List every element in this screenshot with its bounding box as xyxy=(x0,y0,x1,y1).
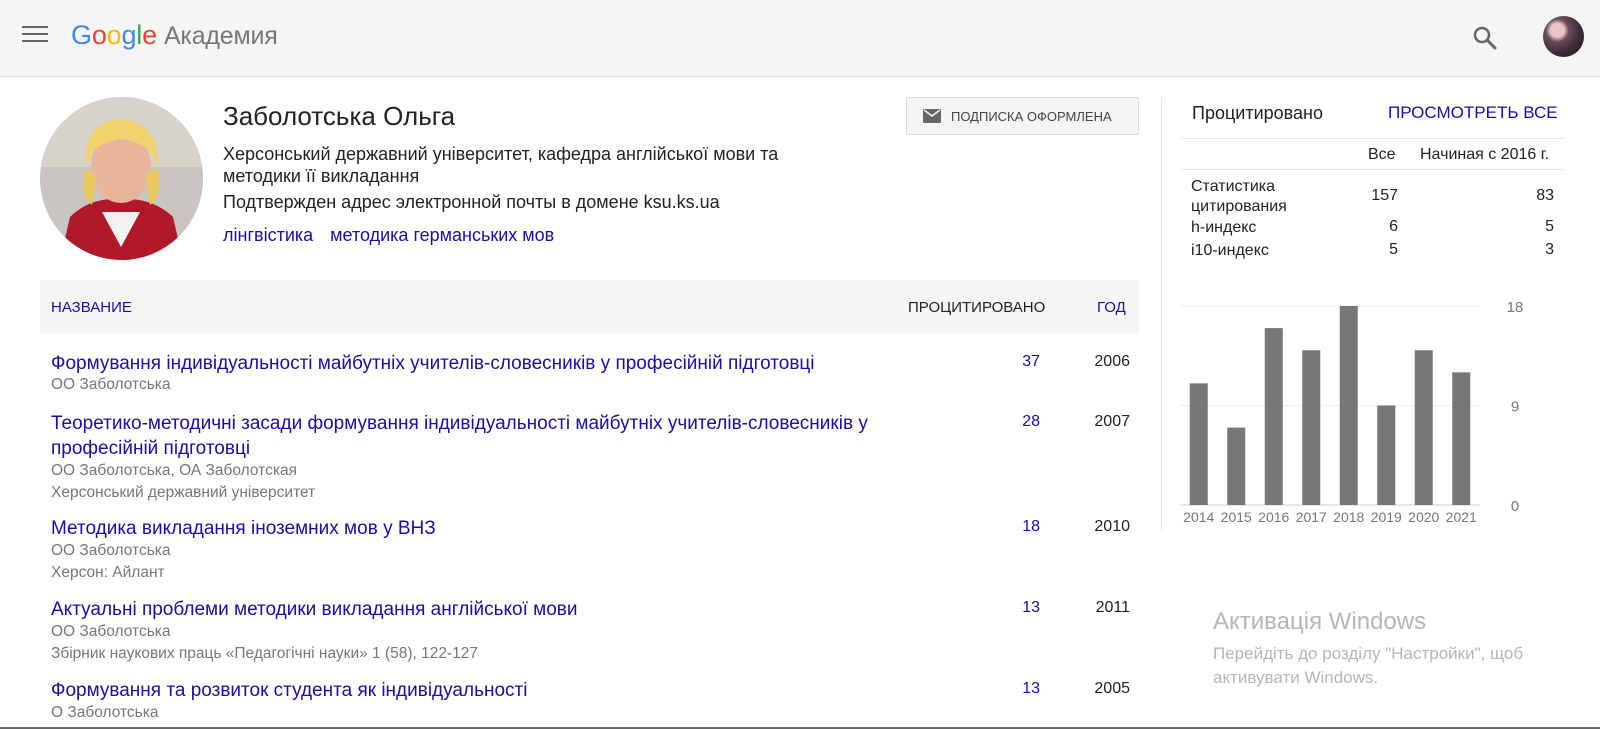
logo-letter: g xyxy=(121,20,137,50)
sort-by-cited[interactable]: ПРОЦИТИРОВАНО xyxy=(908,299,1045,316)
chart-bar[interactable] xyxy=(1264,328,1283,505)
x-tick-label: 2017 xyxy=(1296,509,1327,525)
x-tick-label: 2014 xyxy=(1183,509,1214,525)
top-app-bar: Google Академия xyxy=(0,0,1600,77)
x-tick-label: 2019 xyxy=(1371,509,1402,525)
panel-divider xyxy=(1161,97,1162,530)
sort-by-year[interactable]: ГОД xyxy=(1097,299,1126,316)
citations-bar-chart: 18 9 0 2014 2015 2016 2017 2018 2019 2020 2021 xyxy=(1180,299,1524,525)
article-year: 2010 xyxy=(1094,518,1130,535)
view-all-link[interactable]: ПРОСМОТРЕТЬ ВСЕ xyxy=(1388,103,1558,123)
article-cited-by[interactable]: 28 xyxy=(1000,413,1040,431)
watermark-title: Активація Windows xyxy=(1213,608,1427,635)
google-scholar-logo[interactable]: Google Академия xyxy=(71,20,278,51)
x-tick-label: 2016 xyxy=(1258,509,1289,525)
menu-icon[interactable] xyxy=(22,26,48,46)
account-avatar[interactable] xyxy=(1543,16,1584,57)
article-title[interactable]: Методика викладання іноземних мов у ВНЗ xyxy=(51,516,941,541)
profile-affiliation: Херсонський державний університет, кафед… xyxy=(223,144,779,186)
y-tick-label: 9 xyxy=(1511,399,1519,416)
article-source: Херсон: Айлант xyxy=(51,564,165,581)
article-year: 2005 xyxy=(1094,680,1130,697)
articles-table-header: НАЗВАНИЕ ПРОЦИТИРОВАНО ГОД xyxy=(40,280,1139,333)
chart-bar[interactable] xyxy=(1377,405,1396,506)
chart-bar[interactable] xyxy=(1189,383,1208,505)
article-year: 2011 xyxy=(1095,599,1130,616)
article-title[interactable]: Теоретико-методичні засади формування ін… xyxy=(51,411,941,461)
article-year: 2006 xyxy=(1094,353,1130,370)
article-authors: ОО Заболотська xyxy=(51,376,171,393)
article-year: 2007 xyxy=(1094,413,1130,430)
chart-bar[interactable] xyxy=(1227,427,1246,505)
stat-all: 6 xyxy=(1389,218,1398,235)
y-tick-label: 18 xyxy=(1507,299,1524,316)
logo-letter: e xyxy=(142,20,157,50)
chart-bar[interactable] xyxy=(1414,350,1433,505)
chart-bar[interactable] xyxy=(1302,350,1321,505)
watermark-subtitle: Перейдіть до розділу "Настройки", щоб ак… xyxy=(1213,644,1524,687)
article-authors: О Заболотська xyxy=(51,704,159,721)
stat-label: h-индекс xyxy=(1191,219,1257,236)
sort-by-title[interactable]: НАЗВАНИЕ xyxy=(51,299,132,316)
stat-all: 157 xyxy=(1371,187,1398,204)
article-authors: ОО Заболотська xyxy=(51,542,171,559)
chart-bar[interactable] xyxy=(1452,372,1471,505)
cited-by-heading: Процитировано xyxy=(1192,103,1323,123)
x-tick-label: 2021 xyxy=(1446,509,1477,525)
x-tick-label: 2018 xyxy=(1333,509,1364,525)
article-cited-by[interactable]: 13 xyxy=(1000,599,1040,617)
profile-email-verified: Подтвержден адрес электронной почты в до… xyxy=(223,192,720,212)
stats-col-since: Начиная с 2016 г. xyxy=(1420,146,1550,163)
stat-since: 3 xyxy=(1545,241,1554,258)
article-title[interactable]: Формування індивідуальності майбутніх уч… xyxy=(51,351,941,376)
article-cited-by[interactable]: 13 xyxy=(1000,680,1040,698)
divider xyxy=(1181,169,1564,170)
profile-photo xyxy=(40,97,203,260)
article-source: Збірник наукових праць «Педагогічні наук… xyxy=(51,645,479,662)
profile-interests: лінгвістика методика германських мов xyxy=(223,225,571,246)
article-cited-by[interactable]: 37 xyxy=(1000,353,1040,371)
search-icon[interactable] xyxy=(1471,24,1499,52)
y-tick-label: 0 xyxy=(1511,498,1519,515)
divider xyxy=(1181,138,1564,139)
follow-button-label: ПОДПИСКА ОФОРМЛЕНА xyxy=(951,108,1112,124)
article-cited-by[interactable]: 18 xyxy=(1000,518,1040,536)
interest-link[interactable]: методика германських мов xyxy=(330,225,554,245)
x-tick-label: 2015 xyxy=(1221,509,1252,525)
follow-button[interactable]: ПОДПИСКА ОФОРМЛЕНА xyxy=(906,97,1139,135)
stat-since: 5 xyxy=(1545,218,1554,235)
article-source: Херсонський державний університет xyxy=(51,484,316,501)
stat-since: 83 xyxy=(1536,187,1554,204)
mail-icon xyxy=(923,109,941,123)
logo-letter: o xyxy=(91,20,107,50)
windows-activation-watermark: Активація Windows Перейдіть до розділу "… xyxy=(1213,608,1573,690)
interest-link[interactable]: лінгвістика xyxy=(223,225,313,245)
chart-bar[interactable] xyxy=(1339,306,1358,505)
logo-letter: o xyxy=(106,20,122,50)
stat-label: Статистика цитирования xyxy=(1191,178,1287,215)
article-authors: ОО Заболотська xyxy=(51,623,171,640)
article-authors: ОО Заболотська, ОА Заболотская xyxy=(51,462,297,479)
article-title[interactable]: Актуальні проблеми методики викладання а… xyxy=(51,597,941,622)
logo-wordmark: Google xyxy=(71,20,157,50)
logo-letter: G xyxy=(71,20,92,50)
x-tick-label: 2020 xyxy=(1408,509,1439,525)
profile-name: Заболотська Ольга xyxy=(223,101,456,131)
stat-label: i10-индекс xyxy=(1191,242,1269,259)
stat-all: 5 xyxy=(1389,241,1398,258)
stats-col-all: Все xyxy=(1368,146,1396,163)
article-title[interactable]: Формування та розвиток студента як індив… xyxy=(51,678,941,703)
logo-subtitle: Академия xyxy=(163,22,278,50)
